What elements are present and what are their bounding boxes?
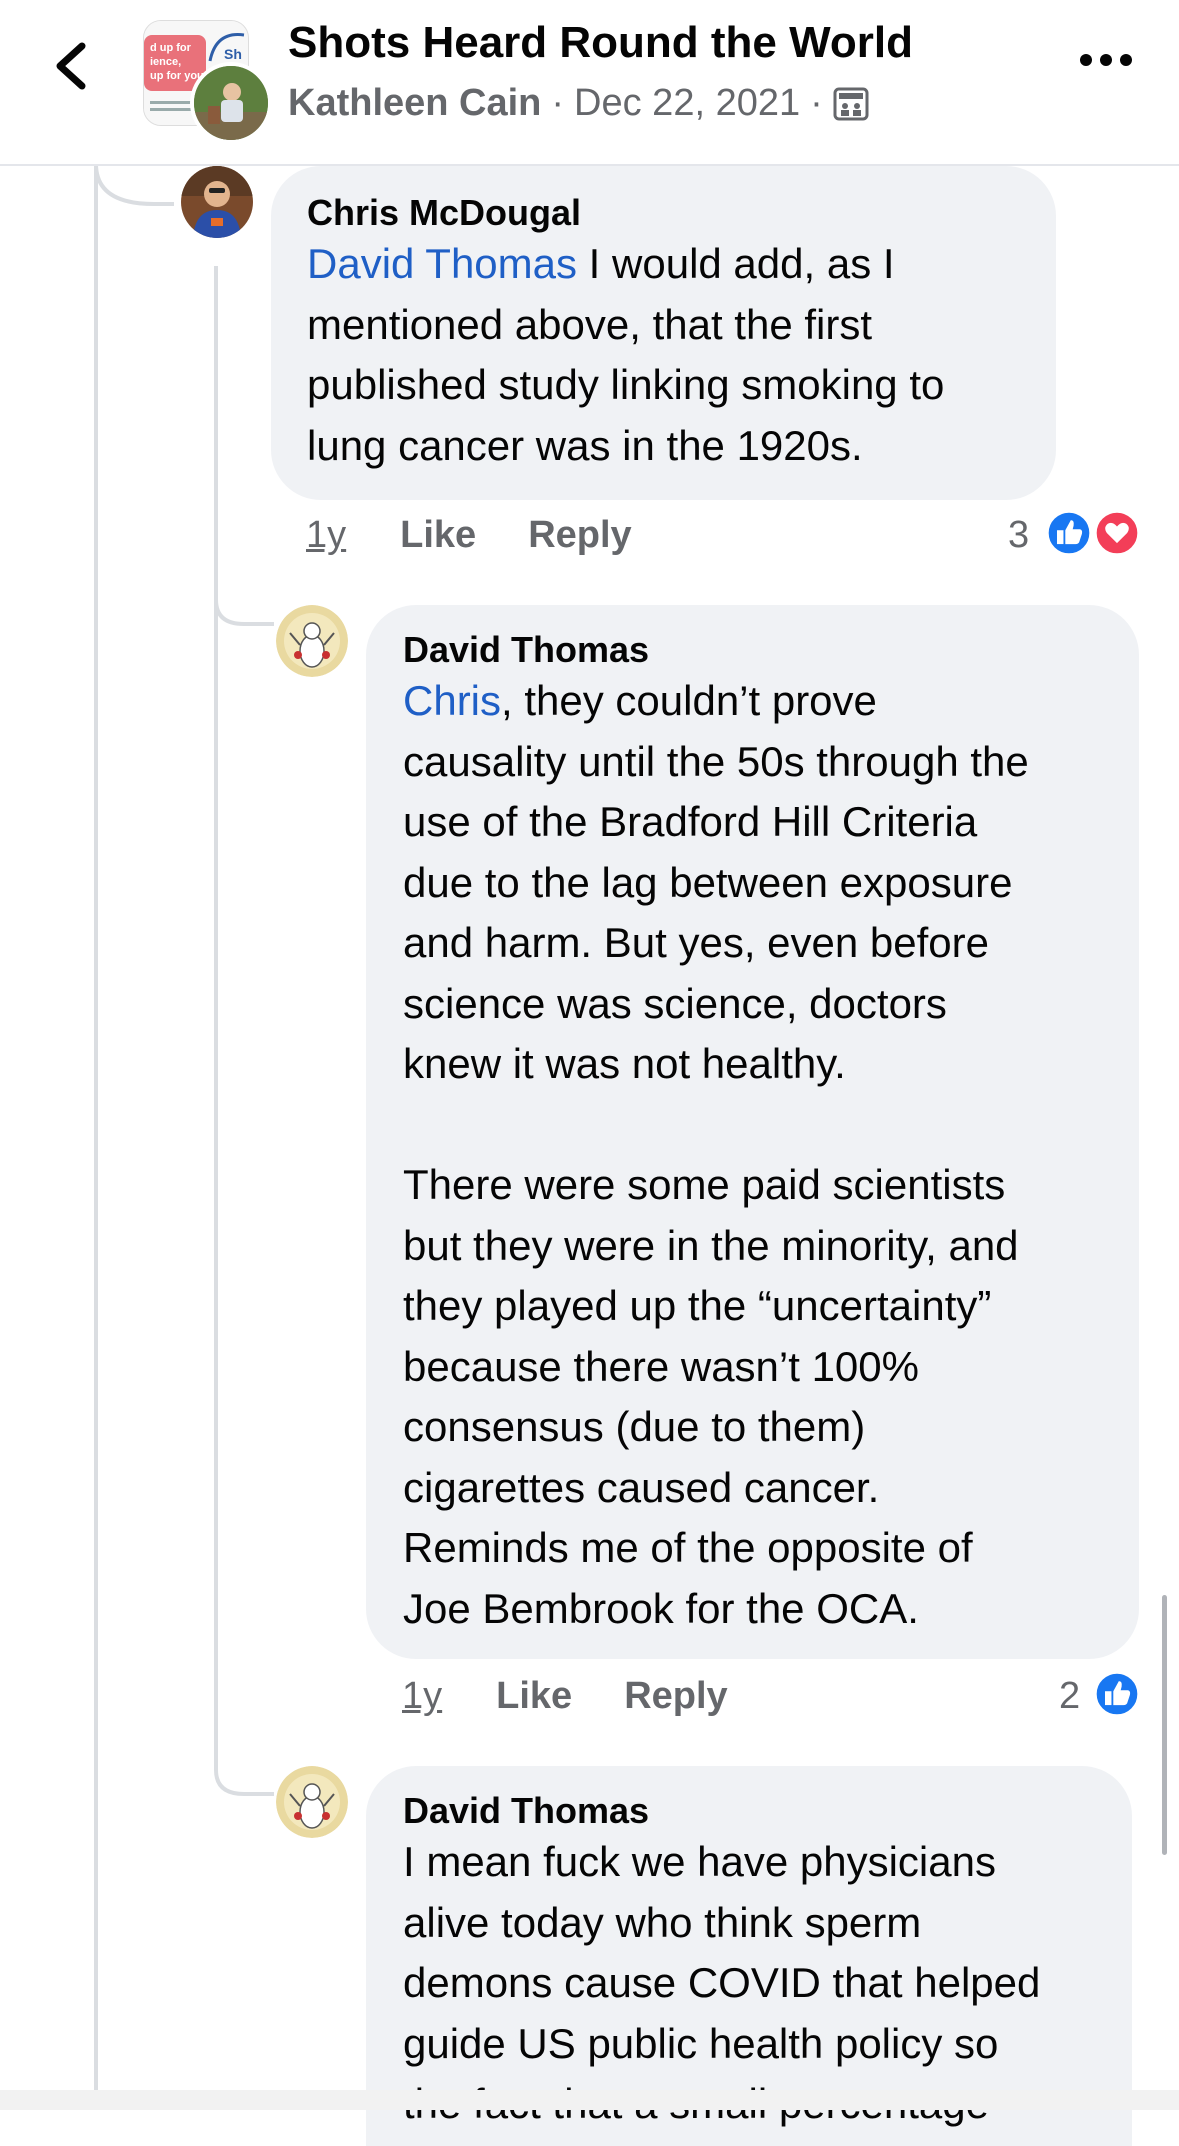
post-header: d up for ience, up for you Sh Shots Hear… — [0, 0, 1179, 166]
mention-link[interactable]: David Thomas — [307, 240, 577, 287]
post-date[interactable]: Dec 22, 2021 — [574, 82, 800, 125]
reply-button[interactable]: Reply — [528, 514, 631, 557]
commenter-avatar[interactable] — [276, 605, 348, 677]
thread-connector — [94, 164, 174, 206]
david-avatar-icon — [276, 1766, 348, 1838]
scrollbar[interactable] — [1162, 1595, 1167, 1855]
meta-separator: · — [551, 82, 565, 124]
author-avatar[interactable] — [190, 62, 272, 144]
reply-button[interactable]: Reply — [624, 1675, 727, 1718]
like-reaction-icon — [1045, 509, 1093, 557]
group-privacy-icon — [833, 87, 869, 120]
comment-bubble[interactable]: David Thomas I mean fuck we have physici… — [366, 1766, 1132, 2146]
more-options-icon[interactable] — [1078, 48, 1134, 72]
svg-text:Sh: Sh — [224, 46, 242, 62]
chris-avatar-icon — [181, 166, 253, 238]
post-author[interactable]: Kathleen Cain — [288, 82, 541, 125]
thread-line-inner — [214, 266, 218, 1766]
meta-separator: · — [810, 82, 823, 124]
reaction-count[interactable]: 2 — [1059, 1675, 1080, 1718]
commenter-name[interactable]: David Thomas — [403, 629, 649, 671]
reaction-count[interactable]: 3 — [1008, 514, 1029, 557]
comment-bubble[interactable]: David Thomas Chris, they couldn’t prove … — [366, 605, 1139, 1659]
commenter-avatar[interactable] — [276, 1766, 348, 1838]
comment-text: David Thomas I would add, as I mentioned… — [307, 234, 1047, 476]
like-reaction-icon — [1093, 1670, 1141, 1718]
like-button[interactable]: Like — [496, 1675, 572, 1718]
comment-actions: 1y Like Reply — [402, 1675, 728, 1718]
comment-body: , they couldn’t prove causality until th… — [403, 677, 1029, 1632]
like-button[interactable]: Like — [400, 514, 476, 557]
comment-bubble[interactable]: Chris McDougal David Thomas I would add,… — [271, 166, 1056, 500]
post-title[interactable]: Shots Heard Round the World — [288, 18, 913, 68]
author-photo-icon — [194, 66, 268, 140]
commenter-avatar[interactable] — [181, 166, 253, 238]
svg-text:ience,: ience, — [150, 56, 181, 68]
svg-text:d up for: d up for — [150, 42, 192, 54]
comment-actions: 1y Like Reply — [306, 514, 632, 557]
mention-link[interactable]: Chris — [403, 677, 501, 724]
love-reaction-icon — [1093, 509, 1141, 557]
bottom-edge — [0, 2090, 1179, 2110]
thread-line-outer — [94, 164, 98, 2110]
commenter-name[interactable]: Chris McDougal — [307, 192, 581, 234]
commenter-name[interactable]: David Thomas — [403, 1790, 649, 1832]
back-chevron-icon[interactable] — [44, 36, 104, 96]
comment-time[interactable]: 1y — [306, 514, 346, 557]
david-avatar-icon — [276, 605, 348, 677]
post-meta: Kathleen Cain · Dec 22, 2021 · — [288, 82, 869, 125]
comment-time[interactable]: 1y — [402, 1675, 442, 1718]
comment-text: Chris, they couldn’t prove causality unt… — [403, 671, 1133, 1639]
